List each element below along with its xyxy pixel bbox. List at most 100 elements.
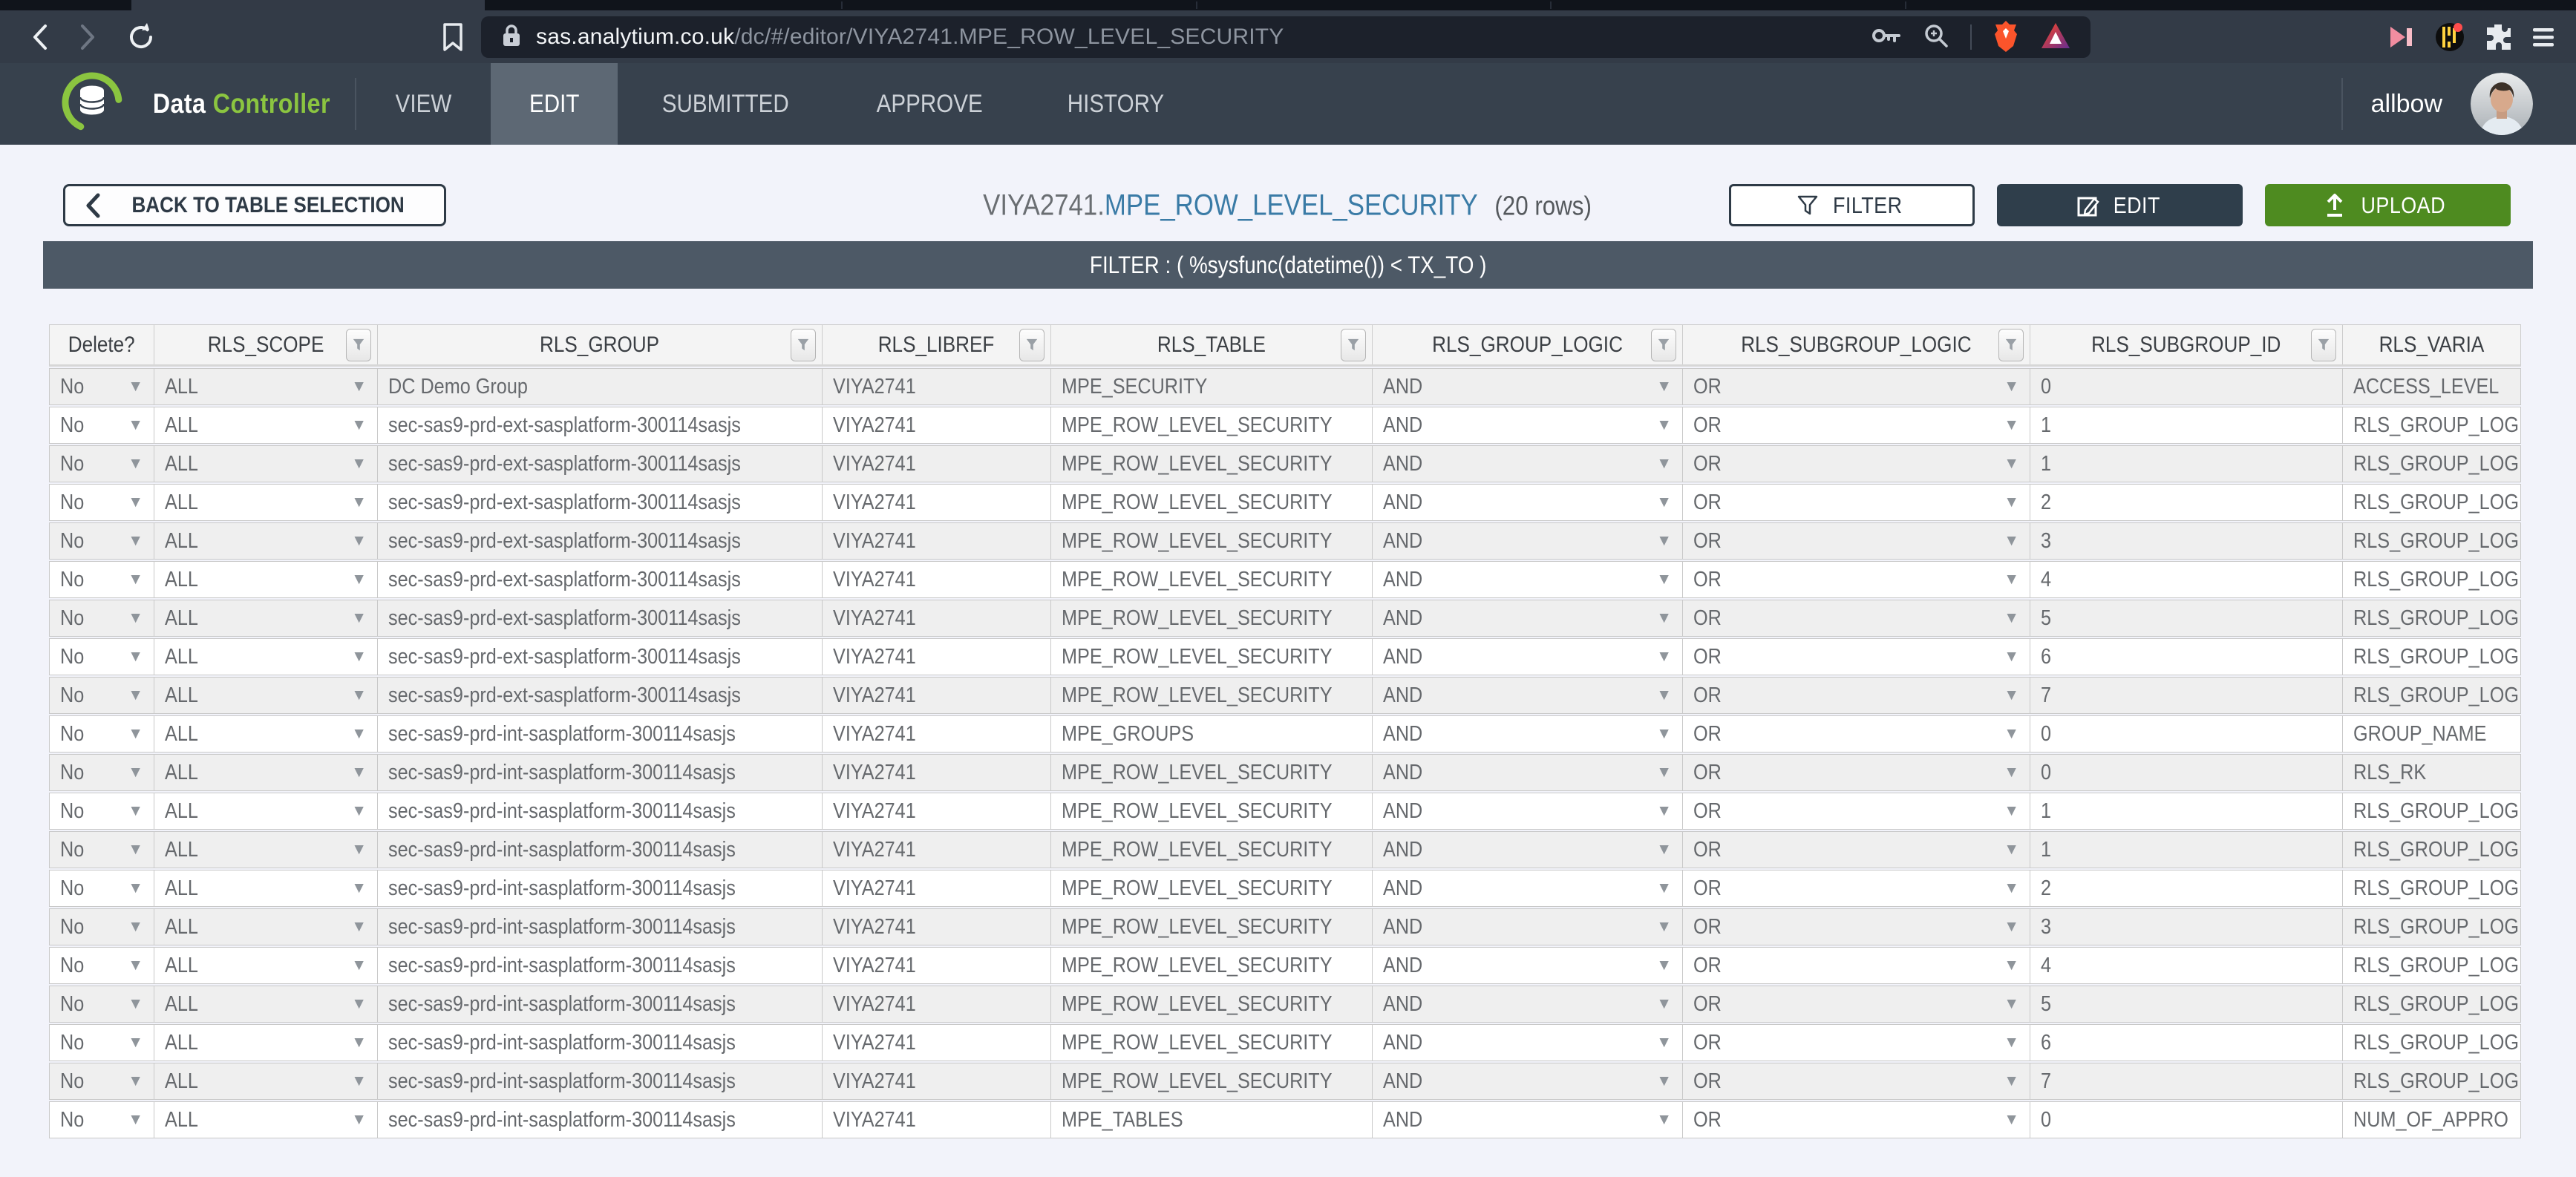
cell-rls-subgroup-id[interactable]: 0 bbox=[2030, 755, 2343, 790]
cell-rls-group[interactable]: sec-sas9-prd-ext-sasplatform-300114sasjs bbox=[378, 600, 823, 636]
cell-delete[interactable]: No ▼ bbox=[50, 1102, 154, 1138]
cell-rls-scope[interactable]: ALL ▼ bbox=[154, 639, 378, 675]
cell-rls-varia[interactable]: RLS_GROUP_LOG bbox=[2343, 909, 2520, 945]
extension-pocket-icon[interactable] bbox=[2384, 22, 2417, 52]
cell-delete[interactable]: No ▼ bbox=[50, 909, 154, 945]
browser-reload-icon[interactable] bbox=[125, 21, 157, 53]
cell-rls-group-logic[interactable]: AND ▼ bbox=[1373, 485, 1683, 520]
cell-rls-subgroup-id[interactable]: 2 bbox=[2030, 871, 2343, 906]
cell-rls-group-logic[interactable]: AND ▼ bbox=[1373, 909, 1683, 945]
cell-rls-group-logic[interactable]: AND ▼ bbox=[1373, 793, 1683, 829]
cell-rls-group[interactable]: sec-sas9-prd-int-sasplatform-300114sasjs bbox=[378, 909, 823, 945]
column-filter-button[interactable] bbox=[1998, 328, 2024, 361]
zoom-icon[interactable] bbox=[1921, 21, 1951, 54]
cell-rls-varia[interactable]: RLS_GROUP_LOG bbox=[2343, 407, 2520, 443]
cell-rls-scope[interactable]: ALL ▼ bbox=[154, 832, 378, 868]
cell-rls-subgroup-logic[interactable]: OR ▼ bbox=[1683, 1102, 2030, 1138]
cell-rls-scope[interactable]: ALL ▼ bbox=[154, 716, 378, 752]
url-bar[interactable]: sas.analytium.co.uk/dc/#/editor/VIYA2741… bbox=[481, 16, 2090, 58]
cell-rls-table[interactable]: MPE_ROW_LEVEL_SECURITY bbox=[1051, 909, 1373, 945]
cell-rls-scope[interactable]: ALL ▼ bbox=[154, 446, 378, 482]
cell-delete[interactable]: No ▼ bbox=[50, 562, 154, 597]
cell-rls-scope[interactable]: ALL ▼ bbox=[154, 369, 378, 404]
cell-rls-table[interactable]: MPE_ROW_LEVEL_SECURITY bbox=[1051, 523, 1373, 559]
cell-rls-group[interactable]: sec-sas9-prd-ext-sasplatform-300114sasjs bbox=[378, 562, 823, 597]
cell-rls-table[interactable]: MPE_ROW_LEVEL_SECURITY bbox=[1051, 678, 1373, 713]
nav-item-submitted[interactable]: SUBMITTED bbox=[618, 63, 833, 145]
cell-rls-table[interactable]: MPE_ROW_LEVEL_SECURITY bbox=[1051, 407, 1373, 443]
cell-rls-subgroup-logic[interactable]: OR ▼ bbox=[1683, 562, 2030, 597]
cell-rls-subgroup-logic[interactable]: OR ▼ bbox=[1683, 485, 2030, 520]
column-filter-button[interactable] bbox=[1019, 328, 1045, 361]
cell-rls-table[interactable]: MPE_ROW_LEVEL_SECURITY bbox=[1051, 986, 1373, 1022]
cell-rls-group-logic[interactable]: AND ▼ bbox=[1373, 523, 1683, 559]
cell-rls-table[interactable]: MPE_ROW_LEVEL_SECURITY bbox=[1051, 446, 1373, 482]
cell-rls-varia[interactable]: RLS_GROUP_LOG bbox=[2343, 446, 2520, 482]
cell-delete[interactable]: No ▼ bbox=[50, 600, 154, 636]
cell-rls-group[interactable]: sec-sas9-prd-int-sasplatform-300114sasjs bbox=[378, 1025, 823, 1060]
browser-forward-icon[interactable] bbox=[71, 22, 102, 53]
key-icon[interactable] bbox=[1869, 22, 1902, 53]
nav-item-view[interactable]: VIEW bbox=[356, 63, 491, 145]
cell-rls-group-logic[interactable]: AND ▼ bbox=[1373, 755, 1683, 790]
cell-rls-libref[interactable]: VIYA2741 bbox=[823, 1102, 1051, 1138]
cell-rls-group[interactable]: sec-sas9-prd-int-sasplatform-300114sasjs bbox=[378, 832, 823, 868]
cell-rls-libref[interactable]: VIYA2741 bbox=[823, 639, 1051, 675]
cell-rls-subgroup-id[interactable]: 5 bbox=[2030, 986, 2343, 1022]
cell-rls-libref[interactable]: VIYA2741 bbox=[823, 1025, 1051, 1060]
cell-rls-subgroup-logic[interactable]: OR ▼ bbox=[1683, 407, 2030, 443]
column-filter-button[interactable] bbox=[1341, 328, 1366, 361]
cell-rls-varia[interactable]: GROUP_NAME bbox=[2343, 716, 2520, 752]
cell-rls-varia[interactable]: ACCESS_LEVEL bbox=[2343, 369, 2520, 404]
cell-rls-group-logic[interactable]: AND ▼ bbox=[1373, 446, 1683, 482]
cell-rls-varia[interactable]: NUM_OF_APPRO bbox=[2343, 1102, 2520, 1138]
cell-rls-subgroup-id[interactable]: 1 bbox=[2030, 407, 2343, 443]
cell-rls-subgroup-id[interactable]: 6 bbox=[2030, 639, 2343, 675]
cell-rls-subgroup-logic[interactable]: OR ▼ bbox=[1683, 986, 2030, 1022]
cell-rls-group[interactable]: sec-sas9-prd-ext-sasplatform-300114sasjs bbox=[378, 446, 823, 482]
column-filter-button[interactable] bbox=[791, 328, 816, 361]
edit-button[interactable]: EDIT bbox=[1997, 184, 2243, 226]
cell-rls-group-logic[interactable]: AND ▼ bbox=[1373, 600, 1683, 636]
cell-rls-table[interactable]: MPE_GROUPS bbox=[1051, 716, 1373, 752]
cell-rls-libref[interactable]: VIYA2741 bbox=[823, 755, 1051, 790]
cell-rls-libref[interactable]: VIYA2741 bbox=[823, 678, 1051, 713]
back-to-table-selection-button[interactable]: BACK TO TABLE SELECTION bbox=[63, 184, 447, 226]
cell-rls-subgroup-id[interactable]: 1 bbox=[2030, 446, 2343, 482]
cell-rls-table[interactable]: MPE_ROW_LEVEL_SECURITY bbox=[1051, 755, 1373, 790]
cell-rls-group[interactable]: sec-sas9-prd-int-sasplatform-300114sasjs bbox=[378, 716, 823, 752]
cell-rls-varia[interactable]: RLS_GROUP_LOG bbox=[2343, 1063, 2520, 1099]
cell-rls-libref[interactable]: VIYA2741 bbox=[823, 1063, 1051, 1099]
cell-rls-libref[interactable]: VIYA2741 bbox=[823, 485, 1051, 520]
cell-rls-varia[interactable]: RLS_GROUP_LOG bbox=[2343, 600, 2520, 636]
cell-rls-subgroup-id[interactable]: 4 bbox=[2030, 948, 2343, 983]
cell-rls-subgroup-logic[interactable]: OR ▼ bbox=[1683, 948, 2030, 983]
bat-icon[interactable] bbox=[2040, 22, 2071, 53]
cell-rls-libref[interactable]: VIYA2741 bbox=[823, 793, 1051, 829]
cell-delete[interactable]: No ▼ bbox=[50, 678, 154, 713]
cell-delete[interactable]: No ▼ bbox=[50, 1025, 154, 1060]
cell-delete[interactable]: No ▼ bbox=[50, 755, 154, 790]
cell-rls-subgroup-id[interactable]: 0 bbox=[2030, 369, 2343, 404]
cell-rls-subgroup-logic[interactable]: OR ▼ bbox=[1683, 1025, 2030, 1060]
cell-rls-scope[interactable]: ALL ▼ bbox=[154, 600, 378, 636]
cell-rls-subgroup-id[interactable]: 7 bbox=[2030, 678, 2343, 713]
cell-rls-scope[interactable]: ALL ▼ bbox=[154, 948, 378, 983]
cell-rls-scope[interactable]: ALL ▼ bbox=[154, 485, 378, 520]
cell-rls-varia[interactable]: RLS_GROUP_LOG bbox=[2343, 678, 2520, 713]
cell-rls-varia[interactable]: RLS_GROUP_LOG bbox=[2343, 871, 2520, 906]
cell-rls-scope[interactable]: ALL ▼ bbox=[154, 1025, 378, 1060]
cell-rls-subgroup-logic[interactable]: OR ▼ bbox=[1683, 678, 2030, 713]
cell-rls-group-logic[interactable]: AND ▼ bbox=[1373, 986, 1683, 1022]
cell-rls-table[interactable]: MPE_ROW_LEVEL_SECURITY bbox=[1051, 832, 1373, 868]
cell-rls-libref[interactable]: VIYA2741 bbox=[823, 446, 1051, 482]
cell-rls-subgroup-logic[interactable]: OR ▼ bbox=[1683, 716, 2030, 752]
cell-rls-subgroup-id[interactable]: 1 bbox=[2030, 793, 2343, 829]
cell-rls-subgroup-id[interactable]: 6 bbox=[2030, 1025, 2343, 1060]
cell-delete[interactable]: No ▼ bbox=[50, 639, 154, 675]
extension-badge-icon[interactable] bbox=[2433, 21, 2466, 53]
cell-rls-scope[interactable]: ALL ▼ bbox=[154, 523, 378, 559]
cell-delete[interactable]: No ▼ bbox=[50, 948, 154, 983]
cell-rls-subgroup-id[interactable]: 1 bbox=[2030, 832, 2343, 868]
cell-rls-libref[interactable]: VIYA2741 bbox=[823, 407, 1051, 443]
